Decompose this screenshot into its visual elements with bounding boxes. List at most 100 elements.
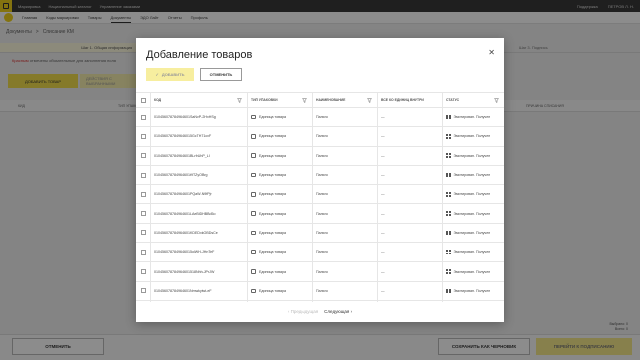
row-checkbox[interactable] bbox=[140, 288, 146, 294]
status-grid-icon bbox=[446, 134, 451, 139]
status-cell: Эмитирован. Получен bbox=[442, 262, 504, 280]
status-grid-icon bbox=[446, 192, 451, 197]
table-row[interactable]: 0104560787849646015GcTH71cxF Единица това… bbox=[136, 127, 504, 147]
row-checkbox[interactable] bbox=[140, 269, 146, 275]
status-cell-text: Эмитирован. Получен bbox=[453, 288, 491, 293]
status-cell-text: Эмитирован. Получен bbox=[453, 269, 491, 274]
name-cell: Пальто bbox=[312, 185, 377, 203]
status-cell: Эмитирован. Получен bbox=[442, 205, 504, 223]
next-page-label: Следующая bbox=[324, 308, 350, 314]
code-cell: 010456078784964601BLrfrUhP_LI bbox=[150, 147, 247, 165]
units-cell: — bbox=[377, 108, 442, 126]
name-cell-text: Пальто bbox=[316, 288, 328, 293]
name-cell: Пальто bbox=[312, 224, 377, 242]
units-cell-text: — bbox=[381, 115, 385, 120]
name-cell: Пальто bbox=[312, 262, 377, 280]
table-row[interactable]: 010456078784964601PQaW-N9fPjr Единица тов… bbox=[136, 185, 504, 205]
name-cell: Пальто bbox=[312, 127, 377, 145]
status-cell: Эмитирован. Получен bbox=[442, 166, 504, 184]
package-icon bbox=[251, 269, 256, 274]
table-row[interactable]: 010456078784964601518Nhh-JPrJW Единица то… bbox=[136, 262, 504, 282]
next-page-button[interactable]: Следующая › bbox=[324, 309, 352, 314]
row-checkbox[interactable] bbox=[140, 191, 146, 197]
status-cell: Эмитирован. Получен bbox=[442, 282, 504, 300]
col-status: СТАТУС bbox=[442, 93, 504, 107]
table-row[interactable]: 010456078784964601SaNvP-2HxHSg Единица то… bbox=[136, 108, 504, 128]
pack-type-cell-text: Единица товара bbox=[259, 134, 287, 139]
row-checkbox[interactable] bbox=[140, 153, 146, 159]
prev-page-label: Предыдущая bbox=[290, 308, 319, 314]
units-cell-text: — bbox=[381, 134, 385, 139]
filter-icon[interactable] bbox=[237, 98, 242, 103]
status-cell-text: Эмитирован. Получен bbox=[453, 250, 491, 255]
status-cell-text: Эмитирован. Получен bbox=[453, 211, 491, 216]
status-cell-text: Эмитирован. Получен bbox=[453, 230, 491, 235]
select-all-checkbox[interactable] bbox=[140, 97, 146, 103]
units-cell: — bbox=[377, 127, 442, 145]
name-cell-text: Пальто bbox=[316, 134, 328, 139]
dialog-add-button[interactable]: ✓ ДОБАВИТЬ bbox=[146, 68, 194, 81]
units-cell: — bbox=[377, 243, 442, 261]
code-cell-text: 010456078784964601BLrfrUhP_LI bbox=[154, 153, 210, 158]
pagination: ‹ Предыдущая Следующая › bbox=[136, 306, 504, 316]
row-checkbox[interactable] bbox=[140, 172, 146, 178]
dialog-add-label: ДОБАВИТЬ bbox=[161, 72, 185, 77]
units-cell-text: — bbox=[381, 192, 385, 197]
name-cell: Пальто bbox=[312, 205, 377, 223]
units-cell: — bbox=[377, 185, 442, 203]
units-cell-text: — bbox=[381, 269, 385, 274]
units-cell-text: — bbox=[381, 288, 385, 293]
pack-type-cell: Единица товара bbox=[247, 185, 312, 203]
code-cell-text: 010456078784964601PQaW-N9fPjr bbox=[154, 192, 212, 197]
status-cell: Эмитирован. Получен bbox=[442, 224, 504, 242]
code-cell: 010456078784964601PQaW-N9fPjr bbox=[150, 185, 247, 203]
package-icon bbox=[251, 249, 256, 255]
row-checkbox[interactable] bbox=[140, 114, 146, 120]
table-row[interactable]: 010456078784964601BLrfrUhP_LI Единица тов… bbox=[136, 147, 504, 166]
code-cell-text: 010456078784964601Nmwkyiwt-eF bbox=[154, 288, 212, 293]
col-pack-label: ТИП УПАКОВКИ bbox=[251, 98, 278, 102]
filter-icon[interactable] bbox=[367, 98, 372, 103]
col-code: КОД bbox=[150, 93, 247, 107]
package-icon bbox=[251, 134, 256, 139]
prev-page-button[interactable]: ‹ Предыдущая bbox=[288, 309, 318, 314]
code-cell-text: 010456078784964601KDEDxkOBDsCe bbox=[154, 230, 218, 235]
status-cell-text: Эмитирован. Получен bbox=[453, 173, 491, 178]
row-checkbox[interactable] bbox=[140, 249, 146, 255]
pack-type-cell-text: Единица товара bbox=[259, 173, 287, 178]
pack-type-cell: Единица товара bbox=[247, 262, 312, 280]
table-row[interactable]: 010456078784964601LAeBiDHBBd5o Единица то… bbox=[136, 205, 504, 224]
name-cell-text: Пальто bbox=[316, 211, 328, 216]
package-icon bbox=[251, 153, 256, 158]
dialog-cancel-button[interactable]: ОТМЕНИТЬ bbox=[200, 68, 242, 81]
check-icon: ✓ bbox=[155, 72, 159, 77]
table-row[interactable]: 010456078784964601t9TZyOBrg Единица товар… bbox=[136, 166, 504, 186]
table-row[interactable]: 0104560787849646015oiWH-JHnTeF Единица то… bbox=[136, 243, 504, 263]
units-cell-text: — bbox=[381, 211, 385, 216]
filter-icon[interactable] bbox=[302, 98, 307, 103]
code-cell: 0104560787849646015GcTH71cxF bbox=[150, 127, 247, 145]
pack-type-cell: Единица товара bbox=[247, 243, 312, 261]
pack-type-cell-text: Единица товара bbox=[259, 288, 287, 293]
status-grid-icon bbox=[446, 269, 451, 274]
units-cell: — bbox=[377, 147, 442, 165]
row-checkbox[interactable] bbox=[140, 133, 146, 139]
units-cell: — bbox=[377, 282, 442, 300]
status-grid-icon bbox=[446, 288, 451, 294]
table-row[interactable]: 010456078784964601KDEDxkOBDsCe Единица то… bbox=[136, 224, 504, 244]
row-checkbox[interactable] bbox=[140, 230, 146, 236]
package-icon bbox=[251, 211, 256, 216]
col-pack-type: ТИП УПАКОВКИ bbox=[247, 93, 312, 107]
close-icon[interactable]: ✕ bbox=[488, 49, 495, 57]
package-icon bbox=[251, 192, 256, 197]
table-row[interactable]: 010456078784964601Nmwkyiwt-eF Единица тов… bbox=[136, 282, 504, 301]
column-divider bbox=[377, 92, 378, 302]
pack-type-cell-text: Единица товара bbox=[259, 230, 287, 235]
pack-type-cell: Единица товара bbox=[247, 224, 312, 242]
row-checkbox[interactable] bbox=[140, 211, 146, 217]
status-grid-icon bbox=[446, 211, 451, 216]
code-cell-text: 010456078784964601t9TZyOBrg bbox=[154, 173, 208, 178]
filter-icon[interactable] bbox=[494, 98, 499, 103]
pack-type-cell: Единица товара bbox=[247, 205, 312, 223]
units-cell: — bbox=[377, 262, 442, 280]
